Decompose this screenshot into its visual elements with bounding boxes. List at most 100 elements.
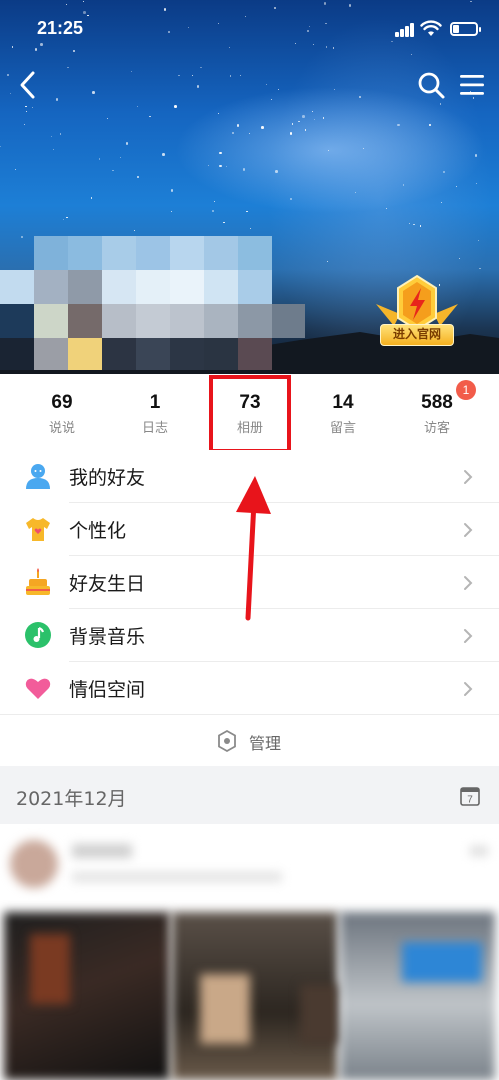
- star: [232, 132, 234, 134]
- star: [66, 217, 68, 219]
- birthday-cake-icon: [26, 568, 50, 595]
- menu-item-label: 好友生日: [69, 573, 146, 595]
- heart-icon: [25, 678, 51, 699]
- star: [62, 218, 65, 220]
- feed-date-label: 2021年12月: [16, 788, 127, 810]
- star: [478, 239, 480, 241]
- stat-shuoshuo[interactable]: 69 说说: [17, 374, 107, 450]
- feed-post-blurred[interactable]: [0, 824, 499, 1080]
- star: [440, 201, 443, 203]
- star: [230, 75, 232, 77]
- star: [25, 105, 27, 107]
- star: [133, 229, 136, 232]
- chevron-right-icon: [464, 523, 473, 537]
- star: [207, 165, 209, 167]
- star: [55, 98, 59, 101]
- star: [358, 95, 362, 99]
- star: [236, 124, 240, 127]
- menu-item-couple-space[interactable]: 情侣空间: [0, 662, 499, 715]
- star: [51, 136, 53, 138]
- avatar: [10, 840, 58, 888]
- cellular-signal-icon: [395, 23, 415, 37]
- star: [162, 153, 165, 156]
- calendar-icon[interactable]: 7: [459, 785, 481, 807]
- blurred-more: [470, 846, 488, 856]
- star: [200, 66, 202, 69]
- status-bar: 21:25: [0, 0, 499, 58]
- star: [298, 120, 300, 122]
- star: [239, 75, 242, 77]
- star: [397, 123, 400, 127]
- star: [322, 117, 325, 119]
- star: [419, 225, 422, 227]
- stat-label: 访客: [423, 421, 450, 436]
- photo-thumbnail: [340, 912, 495, 1080]
- photo-detail: [30, 934, 70, 1004]
- star: [413, 224, 415, 226]
- star: [455, 185, 457, 188]
- stat-value: 14: [332, 392, 354, 413]
- manage-button[interactable]: 管理: [0, 715, 499, 766]
- star: [31, 106, 34, 108]
- star: [242, 168, 246, 171]
- star: [91, 197, 93, 199]
- star: [23, 123, 25, 125]
- star: [439, 103, 441, 105]
- star: [429, 124, 431, 126]
- friends-icon: [26, 464, 50, 489]
- star: [92, 91, 95, 94]
- stat-messages[interactable]: 14 留言: [298, 374, 388, 450]
- star: [246, 210, 248, 213]
- star: [219, 151, 222, 155]
- photo-detail: [402, 942, 482, 982]
- annotation-highlight-box: [209, 375, 291, 453]
- star: [219, 164, 222, 168]
- blurred-username: [72, 844, 132, 858]
- star: [333, 88, 335, 91]
- stat-rizhi[interactable]: 1 日志: [110, 374, 200, 450]
- music-note-icon: [25, 622, 51, 648]
- star: [275, 170, 278, 173]
- star: [53, 148, 55, 151]
- star: [225, 166, 228, 168]
- star: [250, 227, 252, 229]
- blurred-profile-name: [0, 236, 305, 370]
- star: [136, 105, 138, 108]
- chevron-right-icon: [464, 470, 473, 484]
- star: [196, 85, 200, 88]
- star: [112, 169, 114, 171]
- star: [362, 147, 364, 149]
- star: [217, 113, 219, 115]
- back-icon[interactable]: [14, 68, 44, 102]
- star: [223, 221, 225, 223]
- star: [291, 123, 294, 125]
- star: [106, 118, 108, 120]
- stat-label: 说说: [48, 421, 75, 436]
- tshirt-icon: [26, 518, 50, 541]
- star: [99, 158, 101, 160]
- search-icon[interactable]: [416, 70, 446, 100]
- stat-value: 1: [149, 392, 161, 413]
- star: [408, 222, 411, 225]
- star: [120, 156, 122, 158]
- star: [192, 74, 194, 77]
- status-time: 21:25: [37, 18, 84, 38]
- star: [479, 268, 481, 270]
- star: [270, 99, 273, 101]
- star: [313, 118, 315, 121]
- star: [403, 184, 405, 186]
- star: [59, 133, 62, 135]
- star: [14, 169, 16, 171]
- photo-detail: [200, 974, 250, 1044]
- feed-date-header: 2021年12月: [0, 766, 499, 824]
- star: [354, 191, 357, 194]
- blurred-text: [72, 872, 282, 882]
- stat-value: 69: [51, 392, 73, 413]
- official-site-button[interactable]: 进入官网: [380, 324, 454, 346]
- star: [304, 129, 306, 131]
- hamburger-menu-icon[interactable]: [458, 72, 486, 98]
- star: [248, 133, 250, 135]
- star: [277, 88, 280, 90]
- stat-label: 留言: [329, 421, 356, 436]
- chevron-right-icon: [464, 629, 473, 643]
